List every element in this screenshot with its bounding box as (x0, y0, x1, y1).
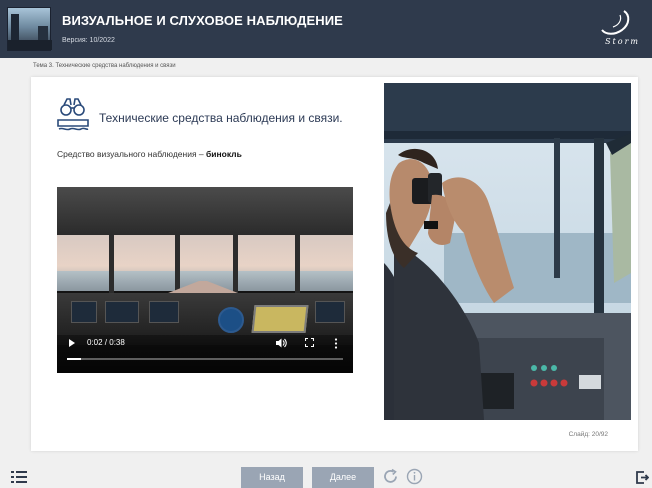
video-player[interactable]: 0:02 / 0:38 (57, 187, 353, 373)
slide-card: Технические средства наблюдения и связи.… (31, 77, 638, 451)
course-version: Версия: 10/2022 (62, 37, 115, 44)
play-button[interactable] (69, 339, 75, 347)
bridge-binoculars-photo (384, 83, 631, 420)
app-header: ВИЗУАЛЬНОЕ И СЛУХОВОЕ НАБЛЮДЕНИЕ Версия:… (0, 0, 652, 58)
course-thumbnail (7, 7, 52, 51)
video-progress-fill (67, 358, 81, 360)
radar-display (218, 307, 244, 333)
next-button[interactable]: Далее (312, 467, 374, 488)
video-frame (57, 187, 353, 235)
slide-subtitle: Средство визуального наблюдения – бинокл… (57, 149, 242, 159)
video-time: 0:02 / 0:38 (87, 338, 125, 347)
course-title: ВИЗУАЛЬНОЕ И СЛУХОВОЕ НАБЛЮДЕНИЕ (62, 13, 343, 28)
menu-list-icon[interactable] (11, 471, 27, 483)
back-button[interactable]: Назад (241, 467, 303, 488)
exit-icon[interactable] (636, 471, 649, 484)
video-progress-bar[interactable] (67, 358, 343, 360)
info-icon[interactable] (406, 468, 423, 485)
binoculars-icon (57, 98, 89, 131)
reload-icon[interactable] (382, 468, 399, 485)
subtitle-text: Средство визуального наблюдения – (57, 149, 207, 159)
volume-icon[interactable] (275, 337, 287, 349)
fullscreen-icon[interactable] (305, 338, 314, 347)
subtitle-keyword: бинокль (206, 149, 242, 159)
more-options-icon[interactable] (334, 338, 338, 349)
slide-title: Технические средства наблюдения и связи. (99, 111, 343, 125)
chart-display (251, 305, 309, 333)
breadcrumb: Тема 3. Технические средства наблюдения … (33, 63, 176, 69)
slide-counter: Слайд: 20/92 (568, 431, 608, 438)
logo-wordmark: Storm (605, 37, 640, 46)
